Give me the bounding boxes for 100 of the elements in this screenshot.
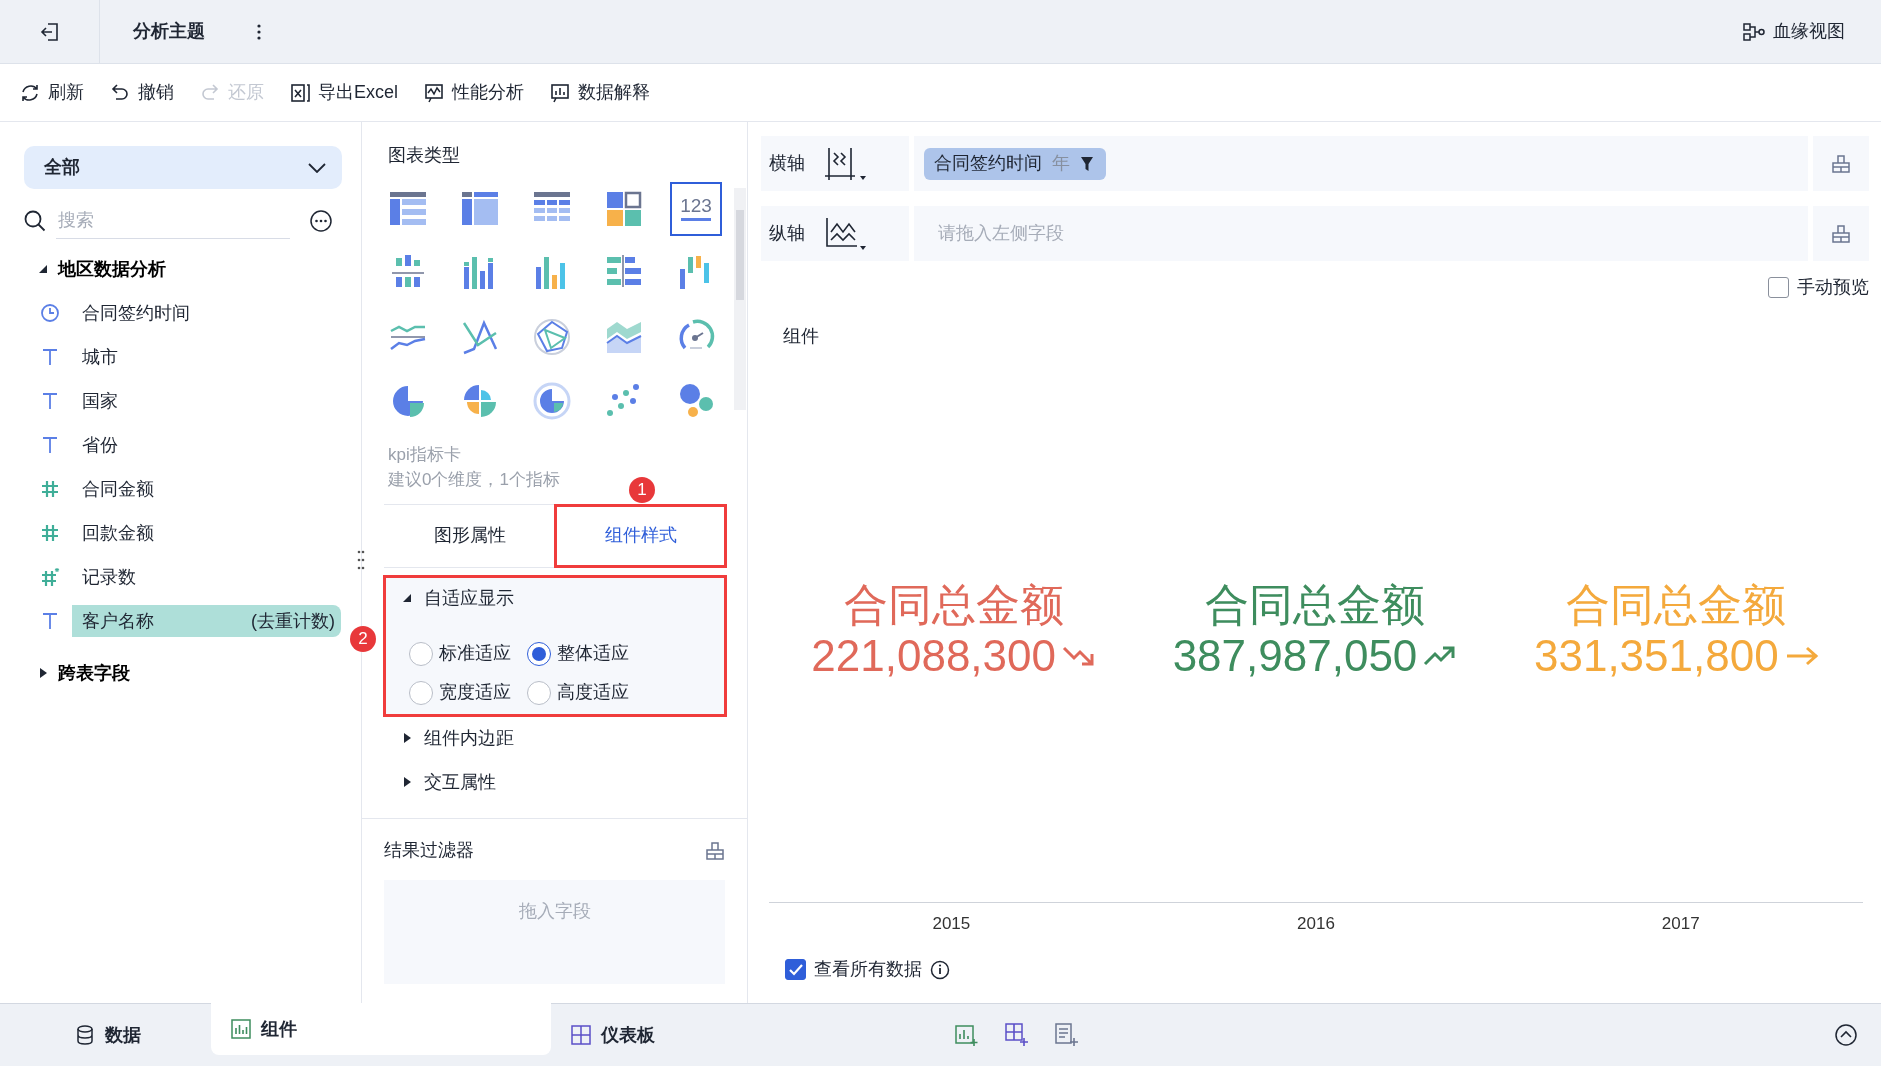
tab[interactable]: 组件样式	[555, 505, 726, 567]
expand-triangle-icon	[402, 733, 412, 743]
lineage-view-button[interactable]: 血缘视图	[1737, 17, 1851, 46]
field-pill[interactable]: 合同签约时间 年	[924, 147, 1106, 180]
text-type-icon	[40, 347, 60, 367]
search-icon	[24, 210, 46, 232]
expand-triangle-icon	[38, 668, 48, 678]
filter-icon	[1080, 155, 1094, 172]
field-item[interactable]: 国家	[72, 385, 341, 417]
section-header[interactable]: 交互属性	[384, 760, 726, 804]
bottom-tab[interactable]: 组件	[211, 1003, 551, 1055]
clear-button[interactable]	[705, 840, 725, 861]
eraser-icon	[1831, 153, 1851, 174]
chart-type-hint: 建议0个维度，1个指标	[388, 469, 560, 491]
kpi-value: 221,088,300	[811, 630, 1056, 682]
y-axis-icon	[823, 215, 867, 252]
more-icon	[257, 24, 261, 41]
radio-option[interactable]: 标准适应	[409, 640, 527, 667]
radio-button[interactable]	[527, 641, 551, 666]
field-item[interactable]: 客户名称 (去重计数)	[72, 605, 341, 637]
field-item[interactable]: 回款金额	[72, 517, 341, 549]
section-title: 图表类型	[387, 144, 461, 167]
chart-comment-icon	[550, 82, 570, 103]
field-item[interactable]: 城市	[72, 341, 341, 373]
checkbox[interactable]	[1768, 277, 1789, 298]
clear-button[interactable]	[1813, 206, 1869, 261]
undo-icon	[110, 82, 130, 103]
bottom-tab[interactable]: 仪表板	[551, 1010, 675, 1060]
dashboard-icon	[571, 1025, 591, 1045]
field-item[interactable]: 合同金额	[72, 473, 341, 505]
database-icon	[75, 1025, 95, 1045]
tiles-icon	[604, 189, 644, 229]
chevron-up-icon	[1835, 1024, 1857, 1046]
radio-option[interactable]: 宽度适应	[409, 679, 527, 706]
pill-unit: 年	[1052, 152, 1070, 175]
collapse-button[interactable]	[1835, 1024, 1857, 1046]
axis-type-button[interactable]	[823, 145, 867, 182]
redo-icon	[200, 82, 220, 103]
axis-tick-label: 2015	[931, 912, 972, 935]
radio-option[interactable]: 高度适应	[527, 679, 667, 706]
add-button[interactable]	[955, 1023, 979, 1047]
toolbar-button[interactable]: 撤销	[110, 79, 174, 106]
page-title: 分析主题	[133, 20, 205, 43]
section-header[interactable]: 组件内边距	[384, 716, 726, 760]
radio-button[interactable]	[409, 641, 433, 666]
clock-icon	[40, 303, 60, 323]
exit-icon	[38, 20, 61, 43]
section-title: 结果过滤器	[384, 839, 474, 862]
toolbar-button[interactable]: 导出Excel	[290, 79, 398, 106]
monitor-pulse-icon	[424, 82, 444, 103]
tab[interactable]: 图形属性	[384, 505, 555, 567]
number-type-icon	[40, 567, 60, 587]
chevron-down-icon	[308, 162, 326, 173]
drag-handle-icon[interactable]	[357, 550, 365, 570]
component-title: 组件	[783, 325, 820, 348]
kpi-title: 合同总金额	[843, 580, 1064, 630]
toolbar-button[interactable]: 刷新	[20, 79, 84, 106]
field-group-header[interactable]: 跨表字段	[24, 651, 136, 695]
kpi-value: 387,987,050	[1172, 630, 1418, 682]
field-item[interactable]: 记录数	[72, 561, 341, 593]
toolbar-button[interactable]: 数据解释	[550, 79, 650, 106]
radar-chart-icon	[532, 317, 572, 357]
annotation-badge: 1	[629, 477, 655, 503]
spreadsheet-icon	[290, 82, 310, 103]
chart-type-button[interactable]: 123	[670, 182, 722, 236]
field-item[interactable]: 省份	[72, 429, 341, 461]
chart-icon	[231, 1019, 251, 1039]
checkbox[interactable]	[785, 959, 806, 980]
scrollbar-thumb[interactable]	[736, 210, 744, 300]
x-axis-icon	[823, 145, 867, 182]
axis-placeholder: 请拖入左侧字段	[937, 222, 1064, 245]
field-item[interactable]: 合同签约时间	[72, 297, 341, 329]
search-field[interactable]: 搜索	[56, 203, 290, 239]
bottom-tab[interactable]: 数据	[55, 1010, 161, 1060]
collapse-triangle-icon	[402, 593, 412, 603]
lineage-icon	[1743, 22, 1765, 41]
info-icon	[930, 959, 950, 980]
add-button[interactable]	[1055, 1023, 1079, 1047]
axis-type-button[interactable]	[823, 215, 867, 252]
axis-label: 横轴	[769, 152, 805, 175]
chart-type-name: kpi指标卡	[388, 444, 461, 466]
donut-chart-icon	[532, 381, 572, 421]
dataset-dropdown[interactable]: 全部	[24, 146, 342, 189]
text-type-icon	[40, 435, 60, 455]
axis-drop-field[interactable]: 合同签约时间 年	[914, 136, 1808, 191]
toolbar-button[interactable]: 性能分析	[424, 79, 524, 106]
kpi-title: 合同总金额	[1205, 580, 1425, 630]
radio-button[interactable]	[409, 680, 433, 705]
number-type-icon	[40, 479, 60, 499]
more-options-button[interactable]	[310, 210, 332, 232]
section-header[interactable]: 自适应显示	[384, 576, 726, 620]
radio-option[interactable]: 整体适应	[527, 640, 667, 667]
refresh-icon	[20, 82, 40, 103]
annotation-badge: 2	[350, 626, 376, 652]
field-group-header[interactable]: 地区数据分析	[24, 247, 172, 291]
add-button[interactable]	[1005, 1023, 1029, 1047]
radio-button[interactable]	[527, 680, 551, 705]
clear-button[interactable]	[1813, 136, 1869, 191]
axis-label: 纵轴	[769, 222, 805, 245]
collapse-triangle-icon	[38, 264, 48, 274]
